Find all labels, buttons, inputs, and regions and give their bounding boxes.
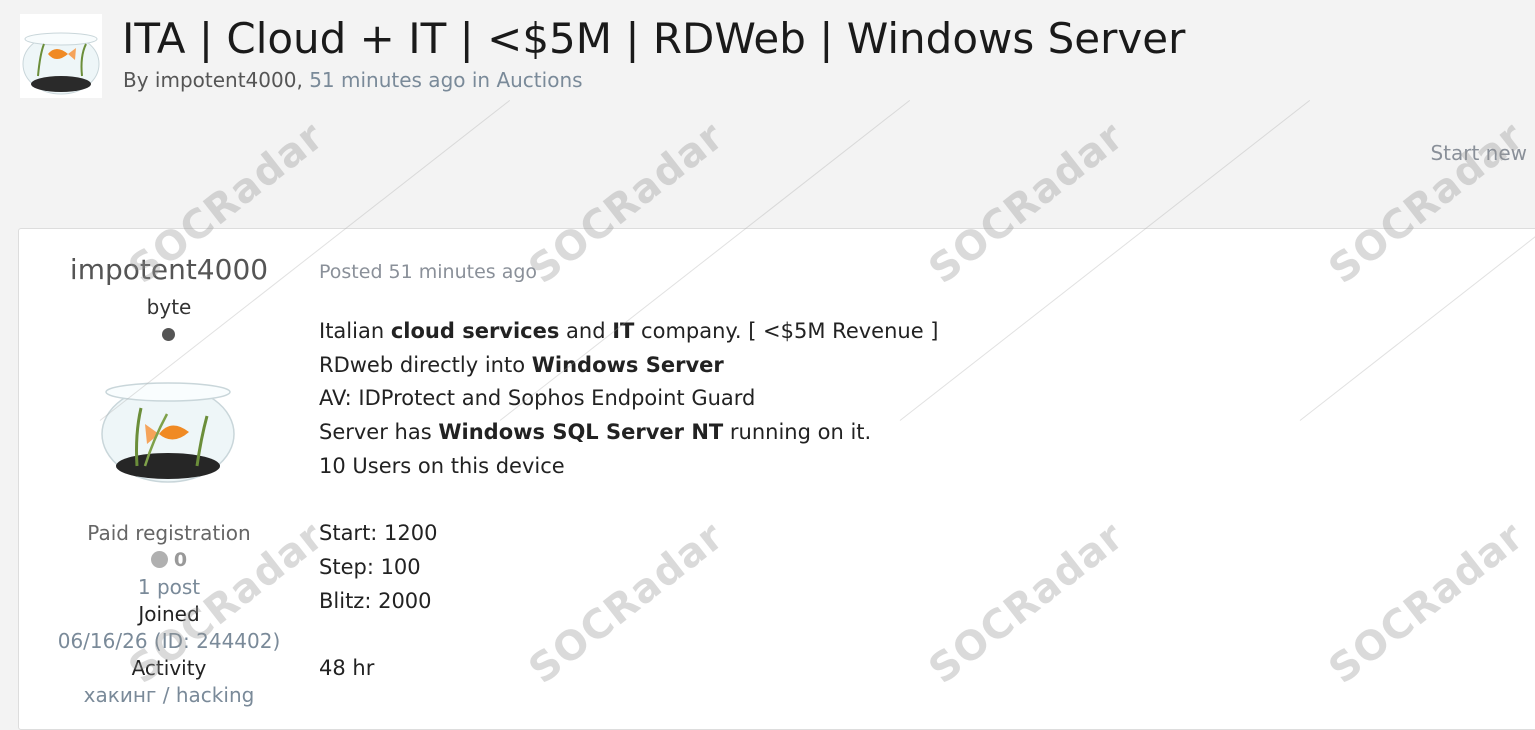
thread-time: 51 minutes ago — [309, 68, 466, 92]
thread-author-link[interactable]: impotent4000 — [155, 68, 297, 92]
reputation-icon — [150, 551, 168, 568]
thread-forum-link[interactable]: Auctions — [496, 68, 582, 92]
post-author-name[interactable]: impotent4000 — [19, 253, 319, 286]
post-line-users: 10 Users on this device — [319, 453, 565, 478]
activity-value: хакинг / hacking — [83, 683, 255, 707]
post-line-av: AV: IDProtect and Sophos Endpoint Guard — [319, 386, 756, 411]
joined-value: 06/16/26 (ID: 244402) — [57, 629, 281, 653]
post-card: impotent4000 byte Paid registration 0 1 … — [18, 228, 1535, 730]
post-author-rank: byte — [146, 295, 192, 319]
activity-label: Activity — [131, 656, 207, 680]
thread-meta-prefix: By — [123, 68, 149, 92]
start-new-topic-button[interactable]: Start new — [1430, 141, 1527, 165]
joined-label: Joined — [138, 602, 200, 626]
post-line-step: Step: 100 — [319, 554, 421, 579]
post-author-group: Paid registration — [87, 521, 251, 545]
post-date: Posted 51 minutes ago — [319, 261, 538, 283]
post-count-link[interactable]: 1 post — [19, 575, 319, 599]
post-author-avatar[interactable] — [97, 374, 239, 486]
thread-meta-in: in — [471, 68, 491, 92]
thread-title: ITA | Cloud + IT | <$5M | RDWeb | Window… — [122, 14, 1186, 63]
online-status-icon — [162, 328, 175, 341]
post-line-duration: 48 hr — [319, 655, 375, 680]
post-line-company: Italian cloud services and IT company. [… — [319, 319, 939, 343]
post-body: Italian cloud services and IT company. [… — [319, 315, 939, 686]
goldfish-bowl-icon — [101, 382, 235, 483]
thread-meta-separator: , — [296, 68, 303, 92]
post-line-blitz: Blitz: 2000 — [319, 588, 432, 613]
reputation-value: 0 — [173, 549, 188, 571]
reputation-badge: 0 — [19, 549, 319, 571]
thread-author-avatar[interactable] — [20, 14, 102, 98]
post-line-server: Server has Windows SQL Server NT running… — [319, 420, 872, 445]
post-line-access: RDweb directly into Windows Server — [319, 352, 724, 377]
post-line-start: Start: 1200 — [319, 521, 438, 546]
goldfish-bowl-icon — [22, 32, 100, 95]
thread-meta: By impotent4000, 51 minutes ago in Aucti… — [123, 68, 583, 92]
